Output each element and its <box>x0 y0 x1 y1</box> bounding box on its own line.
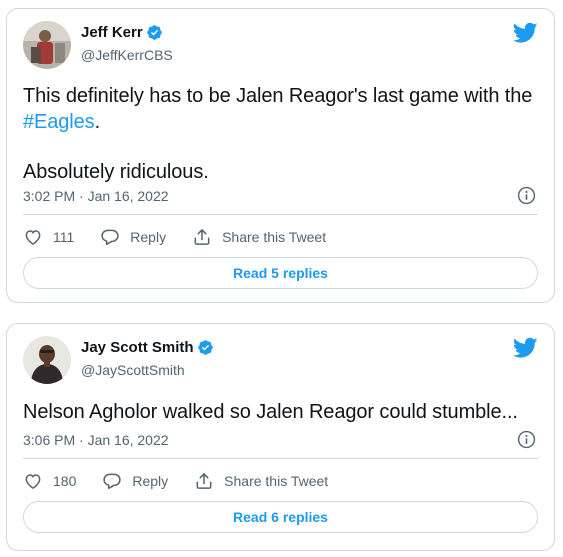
verified-badge-icon <box>197 340 213 355</box>
timestamp[interactable]: 3:06 PM · Jan 16, 2022 <box>23 432 169 448</box>
author-name[interactable]: Jay Scott Smith <box>81 339 194 356</box>
author-name[interactable]: Jeff Kerr <box>81 24 143 41</box>
avatar-image <box>23 336 71 384</box>
tweet-text: Nelson Agholor walked so Jalen Reagor co… <box>23 401 518 423</box>
action-bar: 111 Reply Share this Tweet <box>23 227 538 247</box>
hashtag-link[interactable]: #Eagles <box>23 111 95 133</box>
like-count: 111 <box>53 229 75 245</box>
tweet-text-part: . <box>94 111 101 133</box>
author-handle[interactable]: @JayScottSmith <box>81 362 185 378</box>
like-button[interactable]: 180 <box>23 471 76 491</box>
like-button[interactable]: 111 <box>23 227 74 247</box>
reply-bubble-icon <box>101 229 119 246</box>
action-bar: 180 Reply Share this Tweet <box>23 471 538 491</box>
share-icon <box>196 473 212 489</box>
reply-button[interactable]: Reply <box>102 471 168 491</box>
divider <box>23 458 538 459</box>
tweet-text: This definitely has to be Jalen Reagor's… <box>23 83 538 185</box>
avatar-image <box>23 21 71 69</box>
avatar[interactable] <box>23 336 71 384</box>
info-icon[interactable] <box>517 430 536 449</box>
tweet-text-part: This definitely has to be Jalen Reagor's… <box>23 85 533 107</box>
read-replies-button[interactable]: Read 5 replies <box>23 257 538 289</box>
share-icon <box>194 229 210 245</box>
twitter-bird-icon[interactable] <box>513 337 538 359</box>
reply-button[interactable]: Reply <box>100 227 166 247</box>
heart-icon <box>25 474 41 489</box>
verified-badge-icon <box>146 25 162 40</box>
info-icon[interactable] <box>517 186 536 205</box>
reply-bubble-icon <box>103 473 122 490</box>
share-label: Share this Tweet <box>224 473 329 489</box>
share-label: Share this Tweet <box>222 229 327 245</box>
read-replies-button[interactable]: Read 6 replies <box>23 501 538 533</box>
tweet-card: Jay Scott Smith @JayScottSmith Nelson Ag… <box>6 323 555 551</box>
heart-icon <box>25 230 41 245</box>
tweet-text-second: Absolutely ridiculous. <box>23 161 209 183</box>
like-count: 180 <box>53 473 77 489</box>
timestamp[interactable]: 3:02 PM · Jan 16, 2022 <box>23 188 169 204</box>
divider <box>23 214 538 215</box>
reply-label: Reply <box>130 229 167 245</box>
share-button[interactable]: Share this Tweet <box>192 227 326 247</box>
reply-label: Reply <box>132 473 169 489</box>
tweet-card: Jeff Kerr @JeffKerrCBS This definitely h… <box>6 8 555 303</box>
author-handle[interactable]: @JeffKerrCBS <box>81 47 173 63</box>
twitter-bird-icon[interactable] <box>513 22 538 44</box>
share-button[interactable]: Share this Tweet <box>194 471 328 491</box>
avatar[interactable] <box>23 21 71 69</box>
